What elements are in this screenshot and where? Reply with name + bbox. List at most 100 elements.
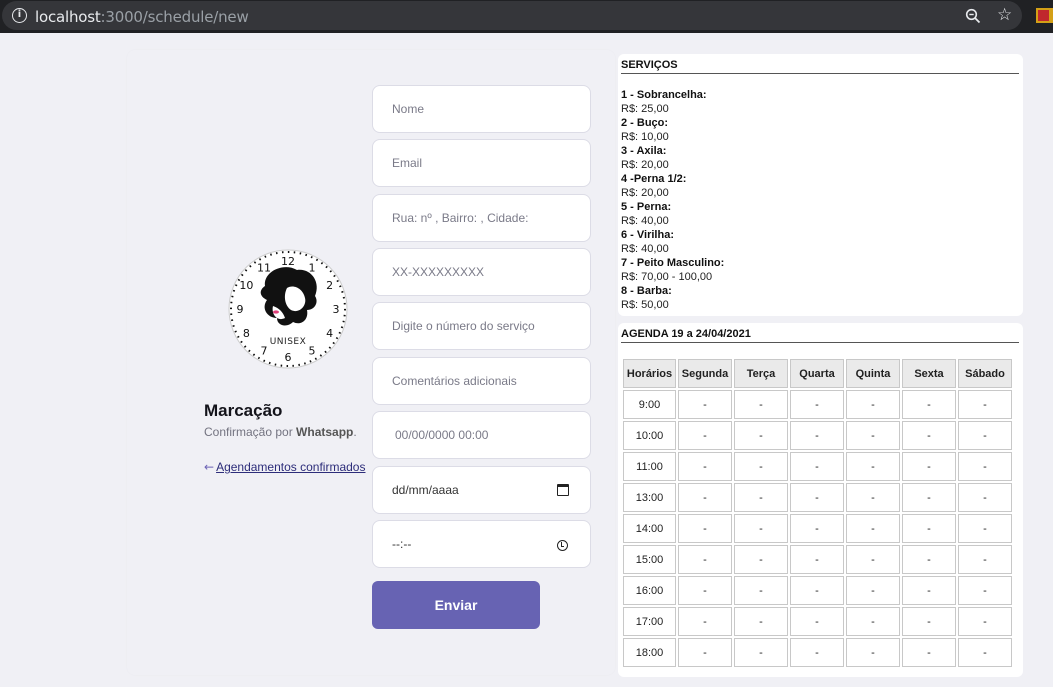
agenda-slot-cell[interactable]: - xyxy=(846,421,900,450)
extension-icon[interactable] xyxy=(1036,8,1053,23)
agenda-slot-cell[interactable]: - xyxy=(902,638,956,667)
agenda-slot-cell[interactable]: - xyxy=(902,421,956,450)
service-name: 8 - Barba: xyxy=(621,285,672,297)
address-placeholder: Rua: nº , Bairro: , Cidade: xyxy=(392,211,529,225)
agenda-slot-cell[interactable]: - xyxy=(790,390,844,419)
agenda-slot-cell[interactable]: - xyxy=(846,607,900,636)
agenda-row: 9:00- - - - - - xyxy=(623,390,1012,419)
clock-number: 4 xyxy=(326,327,333,340)
agenda-slot-cell[interactable]: - xyxy=(678,514,732,543)
agenda-slot-cell[interactable]: - xyxy=(902,390,956,419)
comments-input[interactable]: Comentários adicionais xyxy=(372,357,591,405)
agenda-slot-cell[interactable]: - xyxy=(678,545,732,574)
email-input[interactable]: Email xyxy=(372,139,591,187)
datetime-placeholder: 00/00/0000 00:00 xyxy=(395,428,489,442)
agenda-slot-cell[interactable]: - xyxy=(902,545,956,574)
datetime-input[interactable]: 00/00/0000 00:00 xyxy=(372,411,591,459)
agenda-slot-cell[interactable]: - xyxy=(958,452,1012,481)
agenda-time-cell: 15:00 xyxy=(623,545,676,574)
zoom-icon[interactable] xyxy=(965,8,981,24)
salon-logo: 12 1234567891011 UNISEX xyxy=(228,249,348,369)
email-placeholder: Email xyxy=(392,156,423,170)
agenda-slot-cell[interactable]: - xyxy=(678,452,732,481)
clock-number: 6 xyxy=(285,351,292,364)
agenda-row: 15:00- - - - - - xyxy=(623,545,1012,574)
agenda-slot-cell[interactable]: - xyxy=(958,483,1012,512)
agenda-slot-cell[interactable]: - xyxy=(846,483,900,512)
clock-number: 10 xyxy=(239,279,253,292)
service-price: R$: 20,00 xyxy=(621,187,669,199)
clock-number: 1 xyxy=(309,261,316,274)
clock-icon[interactable] xyxy=(557,540,568,551)
page-title: Marcação xyxy=(204,401,283,420)
services-panel: SERVIÇOS 1 - Sobrancelha: R$: 25,00 2 - Bu… xyxy=(618,54,1023,316)
address-input[interactable]: Rua: nº , Bairro: , Cidade: xyxy=(372,194,591,242)
address-bar[interactable]: i localhost:3000/schedule/new ☆ xyxy=(2,1,1022,30)
agenda-header-cell: Quinta xyxy=(846,359,900,388)
agenda-slot-cell[interactable]: - xyxy=(734,607,788,636)
agenda-slot-cell[interactable]: - xyxy=(958,390,1012,419)
agenda-slot-cell[interactable]: - xyxy=(678,607,732,636)
agenda-slot-cell[interactable]: - xyxy=(734,390,788,419)
agenda-slot-cell[interactable]: - xyxy=(790,514,844,543)
agenda-slot-cell[interactable]: - xyxy=(846,514,900,543)
agenda-slot-cell[interactable]: - xyxy=(958,576,1012,605)
agenda-slot-cell[interactable]: - xyxy=(790,452,844,481)
service-name: 1 - Sobrancelha: xyxy=(621,89,707,101)
confirmed-appointments-link[interactable]: ← Agendamentos confirmados xyxy=(204,460,365,474)
agenda-header-cell: Sexta xyxy=(902,359,956,388)
agenda-slot-cell[interactable]: - xyxy=(790,576,844,605)
agenda-slot-cell[interactable]: - xyxy=(846,452,900,481)
agenda-slot-cell[interactable]: - xyxy=(958,421,1012,450)
agenda-slot-cell[interactable]: - xyxy=(790,607,844,636)
agenda-slot-cell[interactable]: - xyxy=(846,576,900,605)
bookmark-star-icon[interactable]: ☆ xyxy=(997,6,1012,24)
agenda-slot-cell[interactable]: - xyxy=(734,576,788,605)
agenda-slot-cell[interactable]: - xyxy=(902,514,956,543)
time-input[interactable]: --:-- xyxy=(372,520,591,568)
agenda-slot-cell[interactable]: - xyxy=(958,545,1012,574)
agenda-row: 10:00- - - - - - xyxy=(623,421,1012,450)
agenda-slot-cell[interactable]: - xyxy=(734,483,788,512)
agenda-slot-cell[interactable]: - xyxy=(902,483,956,512)
agenda-slot-cell[interactable]: - xyxy=(846,390,900,419)
agenda-slot-cell[interactable]: - xyxy=(846,545,900,574)
agenda-slot-cell[interactable]: - xyxy=(678,576,732,605)
calendar-icon[interactable] xyxy=(557,484,569,496)
phone-input[interactable]: XX-XXXXXXXXX xyxy=(372,248,591,296)
date-input[interactable]: dd/mm/aaaa xyxy=(372,466,591,514)
agenda-slot-cell[interactable]: - xyxy=(678,638,732,667)
subtitle-end: . xyxy=(353,425,357,439)
info-icon[interactable]: i xyxy=(12,8,27,23)
url-text[interactable]: localhost:3000/schedule/new xyxy=(35,8,249,26)
agenda-slot-cell[interactable]: - xyxy=(734,545,788,574)
agenda-slot-cell[interactable]: - xyxy=(678,421,732,450)
agenda-slot-cell[interactable]: - xyxy=(902,452,956,481)
service-name: 2 - Buço: xyxy=(621,117,669,129)
agenda-slot-cell[interactable]: - xyxy=(958,607,1012,636)
agenda-slot-cell[interactable]: - xyxy=(734,514,788,543)
agenda-time-cell: 11:00 xyxy=(623,452,676,481)
service-input[interactable]: Digite o número do serviço xyxy=(372,302,591,350)
agenda-slot-cell[interactable]: - xyxy=(958,514,1012,543)
subtitle-whatsapp: Whatsapp xyxy=(296,425,354,439)
agenda-slot-cell[interactable]: - xyxy=(734,452,788,481)
agenda-slot-cell[interactable]: - xyxy=(902,576,956,605)
agenda-slot-cell[interactable]: - xyxy=(846,638,900,667)
agenda-slot-cell[interactable]: - xyxy=(678,390,732,419)
agenda-slot-cell[interactable]: - xyxy=(734,421,788,450)
agenda-slot-cell[interactable]: - xyxy=(678,483,732,512)
agenda-slot-cell[interactable]: - xyxy=(790,421,844,450)
agenda-slot-cell[interactable]: - xyxy=(790,638,844,667)
agenda-slot-cell[interactable]: - xyxy=(902,607,956,636)
agenda-row: 13:00- - - - - - xyxy=(623,483,1012,512)
service-name: 5 - Perna: xyxy=(621,201,672,213)
service-price: R$: 10,00 xyxy=(621,131,669,143)
agenda-slot-cell[interactable]: - xyxy=(790,483,844,512)
url-host: localhost xyxy=(35,8,101,26)
name-input[interactable]: Nome xyxy=(372,85,591,133)
agenda-slot-cell[interactable]: - xyxy=(790,545,844,574)
submit-button[interactable]: Enviar xyxy=(372,581,540,629)
agenda-slot-cell[interactable]: - xyxy=(734,638,788,667)
agenda-slot-cell[interactable]: - xyxy=(958,638,1012,667)
